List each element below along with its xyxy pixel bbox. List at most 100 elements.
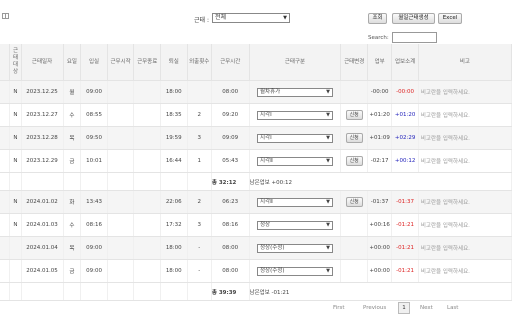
work-end-cell [133,103,161,127]
summary-total: 총 32:12 [211,172,250,191]
table-row[interactable]: 2024.01.04 목 09:00 18:00-08:00 정상(수정) ▼ +00:00… [0,236,512,260]
attendance-type-select[interactable]: 월차휴가 ▼ [256,87,333,97]
attendance-type-cell: 지각Ⅰ ▼ [249,126,342,150]
attendance-type-value: 지각Ⅰ [259,111,272,118]
attendance-type-value: 정상(수정) [259,267,285,274]
pager-last[interactable]: Last [447,305,458,311]
filter-select[interactable]: 전체 ▼ [212,13,290,23]
checkout-cell: 22:06 [160,190,188,214]
outing-count-cell: 2 [187,190,212,214]
search-label: Search: [368,35,389,41]
attendance-type-select[interactable]: 지각Ⅱ ▼ [256,156,333,166]
pager-first[interactable]: First [333,305,345,311]
generate-button[interactable]: 월일근태생성 [392,13,435,24]
memo-cell[interactable]: 비고란을 입력하세요. [418,236,512,260]
attendance-type-select[interactable]: 지각Ⅱ ▼ [256,197,333,207]
subtotal-cell: -01:21 [391,259,419,283]
header-cell [0,44,11,81]
attendance-type-select[interactable]: 지각Ⅰ ▼ [256,133,333,143]
memo-cell[interactable]: 비고란을 입력하세요. [418,80,512,104]
outing-count-cell: 3 [187,213,212,237]
row-marker [0,126,11,150]
day-cell: 목 [63,236,82,260]
apply-button[interactable]: 신청 [345,133,363,143]
header-cell[interactable]: 근무시간 [211,44,250,81]
table-row[interactable]: N 2023.12.25 월 09:00 18:00 08:00 월차휴가 ▼ -00:00 -0… [0,80,512,104]
attendance-type-value: 월차휴가 [259,88,281,95]
diff-cell: +00:00 [367,259,393,283]
header-cell[interactable]: 업부 [367,44,393,81]
apply-button[interactable]: 신청 [345,110,363,120]
work-start-cell [107,259,135,283]
table-row[interactable]: 2024.01.05 금 09:00 18:00-08:00 정상(수정) ▼ +00:00… [0,259,512,283]
attendance-type-select[interactable]: 지각Ⅰ ▼ [256,110,333,120]
header-cell[interactable]: 근무시작 [107,44,135,81]
summary-remaining: 남은업보 +00:12 [249,172,512,191]
summary-total: 총 39:39 [211,282,250,301]
attendance-type-select[interactable]: 정상(수정) ▼ [256,266,333,276]
empty-cell [63,282,82,301]
header-cell[interactable]: 입실 [80,44,108,81]
attendance-type-cell: 지각Ⅱ ▼ [249,149,342,173]
memo-cell[interactable]: 비고란을 입력하세요. [418,259,512,283]
checkin-cell: 09:00 [80,259,108,283]
memo-cell[interactable]: 비고란을 입력하세요. [418,103,512,127]
attendance-type-select[interactable]: 정상 ▼ [256,220,333,230]
empty-cell [107,172,135,191]
chevron-down-icon: ▼ [326,267,330,274]
work-end-cell [133,236,161,260]
work-end-cell [133,126,161,150]
subtotal-cell: +00:12 [391,149,419,173]
header-cell[interactable]: 근태변경 [340,44,368,81]
work-hours-cell: 09:20 [211,103,250,127]
empty-cell [187,172,212,191]
apply-button[interactable]: 신청 [345,197,363,207]
apply-cell: 신청 [340,126,368,150]
memo-cell[interactable]: 비고란을 입력하세요. [418,126,512,150]
subtotal-cell: +02:29 [391,126,419,150]
header-cell[interactable]: 비고 [418,44,512,81]
day-cell: 금 [63,259,82,283]
header-cell[interactable]: 퇴실 [160,44,188,81]
header-cell[interactable]: 근태일자 [21,44,64,81]
search-button[interactable]: 조회 [368,13,387,24]
work-hours-cell: 08:16 [211,213,250,237]
diff-cell: +00:00 [367,236,393,260]
flag-cell: N [9,126,22,150]
header-cell[interactable]: 근태대상 [9,44,22,81]
header-cell[interactable]: 외출횟수 [187,44,212,81]
header-cell[interactable]: 근태구분 [249,44,342,81]
day-cell: 화 [63,190,82,214]
table-row[interactable]: N 2024.01.03 수 08:16 17:32 3 08:16 정상 ▼ +00:16 -01… [0,213,512,237]
date-cell: 2023.12.28 [21,126,64,150]
memo-cell[interactable]: 비고란을 입력하세요. [418,213,512,237]
table-row[interactable]: N 2023.12.28 목 09:50 19:59 3 09:09 지각Ⅰ ▼ 신청 +01:09… [0,126,512,150]
excel-button[interactable]: Excel [438,13,462,24]
attendance-table: 근태대상 근태일자 요일 입실 근무시작 근무종료 퇴실 외출횟수 근무시간 근… [0,44,512,301]
empty-cell [107,282,135,301]
day-cell: 목 [63,126,82,150]
day-cell: 월 [63,80,82,104]
table-row[interactable]: N 2023.12.29 금 10:01 16:44 1 05:43 지각Ⅱ ▼ 신청 -02:17… [0,149,512,173]
work-hours-cell: 09:09 [211,126,250,150]
header-cell[interactable]: 업보소계 [391,44,419,81]
pager-next[interactable]: Next [420,305,433,311]
date-cell: 2023.12.25 [21,80,64,104]
header-cell[interactable]: 요일 [63,44,82,81]
chevron-down-icon: ▼ [283,15,287,21]
memo-cell[interactable]: 비고란을 입력하세요. [418,149,512,173]
apply-button[interactable]: 신청 [345,156,363,166]
attendance-type-select[interactable]: 정상(수정) ▼ [256,243,333,253]
pager-previous[interactable]: Previous [363,305,386,311]
search-input[interactable] [392,32,437,43]
grid-icon[interactable] [2,13,9,19]
header-cell[interactable]: 근무종료 [133,44,161,81]
table-row[interactable]: N 2024.01.02 화 13:43 22:06 2 06:23 지각Ⅱ ▼ 신청 -01:37… [0,190,512,214]
pager-current-page[interactable]: 1 [398,302,410,314]
work-end-cell [133,149,161,173]
flag-cell: N [9,103,22,127]
table-row[interactable]: N 2023.12.27 수 08:55 18:35 2 09:20 지각Ⅰ ▼ 신청 +01:20… [0,103,512,127]
memo-cell[interactable]: 비고란을 입력하세요. [418,190,512,214]
diff-cell: +01:20 [367,103,393,127]
diff-cell: +00:16 [367,213,393,237]
